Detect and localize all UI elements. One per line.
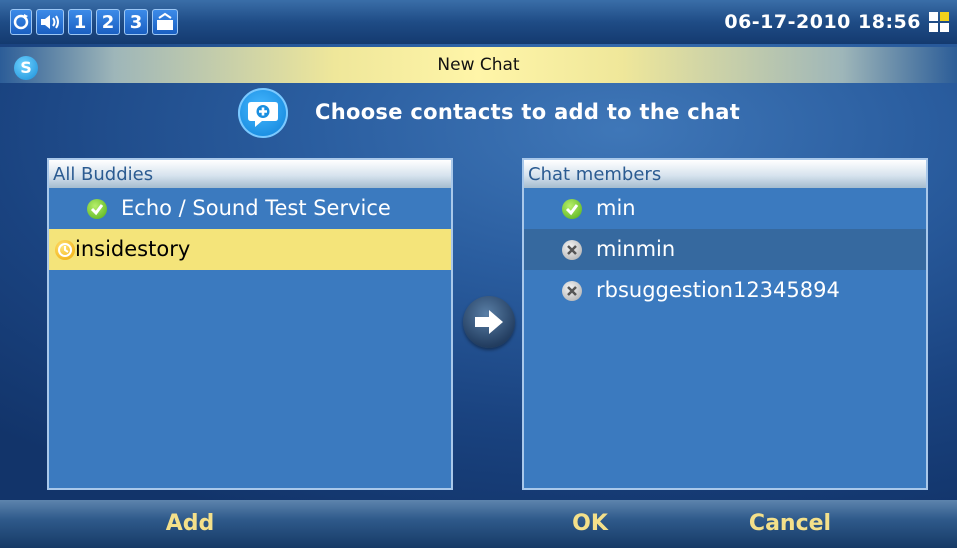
member-name: min	[596, 196, 636, 220]
all-buddies-list: Echo / Sound Test Service insidestory	[49, 188, 451, 270]
member-item[interactable]: min	[524, 188, 926, 229]
buddy-item-selected[interactable]: insidestory	[49, 229, 451, 270]
chat-members-list: min minmin rbsuggestion12345894	[524, 188, 926, 311]
buddy-item[interactable]: Echo / Sound Test Service	[49, 188, 451, 229]
member-item[interactable]: rbsuggestion12345894	[524, 270, 926, 311]
add-chat-icon	[238, 88, 288, 138]
folder-icon[interactable]	[152, 9, 178, 35]
online-status-icon	[562, 199, 582, 219]
datetime-display: 06-17-2010 18:56	[724, 11, 921, 33]
all-buddies-panel: All Buddies Echo / Sound Test Service in…	[47, 158, 453, 490]
offline-status-icon	[562, 240, 582, 260]
chat-members-panel: Chat members min minmin rbsuggestion1234…	[522, 158, 928, 490]
network-icon	[929, 12, 951, 34]
buddy-name: insidestory	[75, 237, 191, 261]
member-item-highlighted[interactable]: minmin	[524, 229, 926, 270]
ok-button[interactable]: OK	[545, 500, 635, 548]
line-3-indicator[interactable]: 3	[124, 9, 148, 35]
offline-status-icon	[562, 281, 582, 301]
cancel-button[interactable]: Cancel	[725, 500, 855, 548]
member-name: minmin	[596, 237, 676, 261]
speaker-icon[interactable]	[36, 9, 64, 35]
line-2-indicator[interactable]: 2	[96, 9, 120, 35]
buddy-name: Echo / Sound Test Service	[121, 196, 391, 220]
online-status-icon	[87, 199, 107, 219]
add-to-chat-arrow-button[interactable]	[463, 296, 515, 348]
line-1-indicator[interactable]: 1	[68, 9, 92, 35]
screen: 1 2 3 06-17-2010 18:56 S New Chat Choose…	[0, 0, 957, 548]
all-buddies-header: All Buddies	[49, 160, 451, 188]
member-name: rbsuggestion12345894	[596, 278, 840, 302]
chat-members-header: Chat members	[524, 160, 926, 188]
page-title: New Chat	[437, 55, 520, 75]
dialog-heading: Choose contacts to add to the chat	[315, 100, 741, 124]
away-status-icon	[55, 240, 75, 260]
arrow-right-icon	[475, 310, 503, 334]
refresh-icon[interactable]	[10, 9, 32, 35]
add-button[interactable]: Add	[140, 500, 240, 548]
